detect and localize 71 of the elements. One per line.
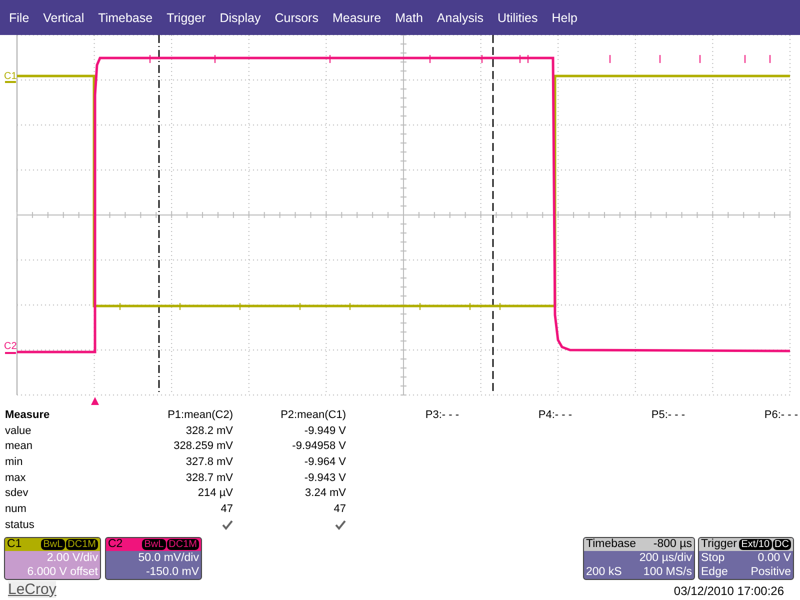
- param-header[interactable]: P2:mean(C1): [233, 408, 346, 421]
- table-cell-text: 214 µV: [196, 487, 233, 500]
- channel-marker: [5, 352, 16, 354]
- menu-item[interactable]: Timebase: [91, 10, 160, 24]
- channel-label: C1: [4, 71, 17, 82]
- menu-item[interactable]: Analysis: [430, 10, 490, 24]
- row-label: min: [5, 456, 24, 468]
- param-header[interactable]: P3:- - -: [346, 408, 459, 421]
- table-cell-text: 3.24 mV: [304, 487, 346, 500]
- table-cell-text: 328.259 mV: [172, 440, 233, 452]
- trigger-type: Edge: [701, 564, 728, 578]
- param-header[interactable]: P5:- - -: [572, 408, 685, 421]
- menu-item[interactable]: Math: [388, 10, 430, 24]
- row-label: max: [5, 472, 27, 484]
- param-header[interactable]: P4:- - -: [459, 408, 572, 421]
- param-header[interactable]: P6:- - -: [685, 408, 798, 421]
- trigger-level: 0.00 V: [758, 550, 791, 564]
- date-time: 03/12/2010 17:00:26: [674, 584, 784, 598]
- trigger-title: Trigger: [701, 538, 737, 550]
- table-cell-text: 328.2 mV: [184, 424, 233, 437]
- channel-name: C1: [7, 538, 22, 550]
- channel-marker: [5, 81, 16, 83]
- channel-setting: 2.00 V/div: [46, 550, 99, 564]
- menu-item[interactable]: Trigger: [160, 10, 213, 24]
- row-label: value: [5, 424, 32, 437]
- menu-item[interactable]: Cursors: [268, 10, 326, 24]
- coupling-tag: DC1M: [66, 538, 98, 550]
- table-cell-text: -9.943 V: [303, 472, 346, 484]
- table-cell-text: 47: [220, 502, 233, 515]
- channel-setting: -150.0 mV: [144, 564, 200, 578]
- menu-item[interactable]: Measure: [325, 10, 388, 24]
- sample-count: 200 kS: [586, 564, 622, 578]
- brand-logo: LeCroy: [8, 580, 56, 598]
- channel-setting: 50.0 mV/div: [137, 550, 200, 564]
- row-label: sdev: [5, 487, 30, 500]
- trigger-descriptor[interactable]: Trigger Ext/10 DC Stop 0.00 V Edge Positive: [698, 536, 794, 580]
- timebase-scale: 200 µs/div: [639, 550, 692, 564]
- table-cell-text: 47: [332, 502, 346, 515]
- timebase-descriptor[interactable]: Timebase -800 µs 200 µs/div 200 kS 100 MS/s: [583, 536, 695, 580]
- trigger-tag: Ext/10: [739, 538, 772, 550]
- trigger-marker-icon: [91, 397, 99, 405]
- timebase-delay: -800 µs: [653, 538, 692, 550]
- timebase-title: Timebase: [586, 538, 636, 550]
- channel-label: C2: [4, 341, 17, 352]
- measure-title: Measure: [5, 408, 51, 421]
- sample-rate: 100 MS/s: [643, 564, 692, 578]
- table-cell-text: 328.7 mV: [184, 472, 233, 484]
- table-cell-text: -9.949 V: [303, 424, 346, 437]
- channel-descriptor[interactable]: C1 BwL DC1M 2.00 V/div 6.000 V offset: [4, 536, 101, 580]
- coupling-tag: BwL: [142, 538, 166, 550]
- param-header[interactable]: P1:mean(C2): [120, 408, 233, 421]
- trigger-tag: DC: [772, 538, 791, 550]
- trigger-mode: Stop: [701, 550, 725, 564]
- trigger-slope: Positive: [750, 564, 791, 578]
- menu-item[interactable]: Help: [544, 10, 584, 24]
- menu-item[interactable]: Vertical: [36, 10, 92, 24]
- coupling-tag: DC1M: [166, 538, 199, 550]
- table-cell-text: -9.94958 V: [291, 440, 346, 452]
- row-label: mean: [5, 440, 34, 452]
- coupling-tag: BwL: [41, 538, 65, 550]
- cursor-line[interactable]: [158, 35, 160, 395]
- channel-name: C2: [108, 538, 123, 550]
- channel-descriptor[interactable]: C2 BwL DC1M 50.0 mV/div -150.0 mV: [105, 536, 202, 580]
- table-cell-text: 327.8 mV: [184, 456, 233, 468]
- channel-setting: 6.000 V offset: [26, 564, 99, 578]
- menu-item[interactable]: Display: [212, 10, 268, 24]
- menu-item[interactable]: File: [2, 10, 36, 24]
- row-label: status: [5, 518, 36, 531]
- row-label: num: [5, 502, 28, 515]
- table-cell-text: -9.964 V: [303, 456, 346, 468]
- menu-item[interactable]: Utilities: [490, 10, 545, 24]
